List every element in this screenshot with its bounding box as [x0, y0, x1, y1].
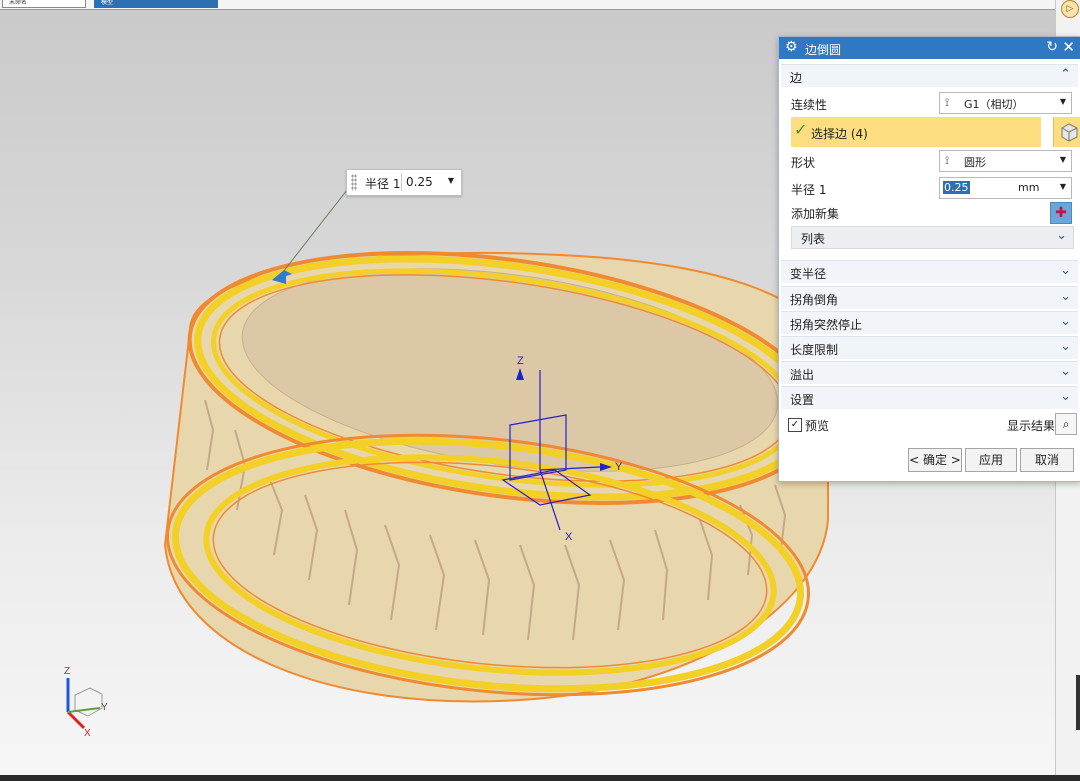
section-label: 溢出 — [790, 368, 815, 382]
radius-value: 0.25 — [943, 181, 970, 194]
chevron-down-icon[interactable]: ▼ — [1060, 182, 1066, 191]
preview-checkbox[interactable]: ✓ — [788, 418, 802, 432]
tab-model[interactable]: 模型 — [94, 0, 218, 8]
chevron-down-icon[interactable]: ⌄ — [1060, 364, 1071, 379]
y-axis-label: Y — [615, 461, 623, 473]
chevron-down-icon[interactable]: ▼ — [1060, 155, 1066, 164]
dialog-title-bar[interactable]: ⚙ 边倒圆 ↻ ✕ — [779, 37, 1080, 59]
continuity-select[interactable]: ⟟ G1（相切） ▼ — [939, 92, 1072, 114]
chevron-down-icon[interactable]: ⌄ — [1060, 389, 1071, 404]
preview-label: 预览 — [805, 419, 830, 433]
radius-callout[interactable]: 半径 1 0.25 ▼ — [346, 169, 462, 196]
tab-part[interactable]: 未命名 — [2, 0, 86, 8]
section-variable-radius[interactable]: 变半径 ⌄ — [781, 260, 1078, 283]
apply-button[interactable]: 应用 — [965, 448, 1017, 472]
chevron-down-icon[interactable]: ⌄ — [1060, 314, 1071, 329]
shape-value: 圆形 — [964, 156, 986, 169]
gear-icon[interactable]: ⚙ — [785, 39, 798, 55]
ok-button[interactable]: < 确定 > — [908, 448, 962, 472]
add-new-set-label: 添加新集 — [791, 207, 840, 221]
section-edge-label: 边 — [790, 71, 803, 85]
callout-radius-input[interactable]: 0.25 ▼ — [401, 173, 458, 191]
chevron-down-icon[interactable]: ⌄ — [1060, 263, 1071, 278]
chevron-down-icon[interactable]: ▼ — [448, 176, 454, 185]
cancel-button[interactable]: 取消 — [1020, 448, 1074, 472]
chevron-down-icon[interactable]: ⌄ — [1060, 289, 1071, 304]
z-axis-label: Z — [517, 355, 524, 367]
view-z-label: Z — [64, 666, 70, 677]
play-icon[interactable]: ▷ — [1061, 0, 1079, 18]
callout-radius-value: 0.25 — [406, 175, 433, 189]
section-label: 设置 — [790, 393, 815, 407]
radius-field[interactable]: 0.25 mm ▼ — [939, 177, 1072, 199]
add-new-set-button[interactable]: ✚ — [1050, 202, 1072, 224]
section-settings[interactable]: 设置 ⌄ — [781, 386, 1078, 409]
add-icon: ✚ — [1055, 205, 1067, 221]
shape-icon: ⟟ — [945, 154, 950, 167]
radius-label: 半径 1 — [791, 183, 827, 197]
select-edge-button[interactable] — [1053, 117, 1080, 147]
view-triad — [66, 678, 103, 730]
taskbar-strip — [0, 775, 1080, 781]
section-corner-setback[interactable]: 拐角倒角 ⌄ — [781, 286, 1078, 309]
section-length-limit[interactable]: 长度限制 ⌄ — [781, 336, 1078, 359]
resource-bar-handle[interactable] — [1076, 675, 1080, 730]
section-label: 变半径 — [790, 267, 827, 281]
close-icon[interactable]: ✕ — [1062, 38, 1075, 56]
shape-label: 形状 — [791, 156, 816, 170]
section-label: 拐角突然停止 — [790, 318, 863, 332]
chevron-down-icon[interactable]: ⌄ — [1056, 228, 1067, 243]
view-y-label: Y — [101, 702, 108, 713]
shape-select[interactable]: ⟟ 圆形 ▼ — [939, 150, 1072, 172]
section-label: 长度限制 — [790, 343, 839, 357]
chevron-down-icon[interactable]: ▼ — [1060, 97, 1066, 106]
section-edge[interactable]: 边 ⌃ — [781, 64, 1078, 87]
window-tab-bar: 未命名 模型 — [0, 0, 1080, 10]
drag-handle-icon[interactable] — [351, 174, 357, 191]
magnifier-icon: ⌕ — [1062, 417, 1070, 431]
select-edge-label: 选择边 (4) — [811, 127, 868, 141]
select-edge-row[interactable]: ✓ 选择边 (4) — [791, 117, 1080, 147]
view-x-label: X — [84, 728, 91, 739]
chevron-up-icon[interactable]: ⌃ — [1060, 67, 1071, 82]
list-section[interactable]: 列表 ⌄ — [791, 226, 1074, 249]
cube-icon — [1061, 123, 1078, 142]
section-label: 拐角倒角 — [790, 293, 839, 307]
continuity-icon: ⟟ — [945, 96, 950, 109]
show-result-button[interactable]: ⌕ — [1055, 413, 1077, 435]
continuity-label: 连续性 — [791, 98, 828, 112]
checkmark-icon: ✓ — [794, 120, 808, 139]
edge-blend-dialog: ⚙ 边倒圆 ↻ ✕ 边 ⌃ 连续性 ⟟ G1（相切） ▼ ✓ 选择边 (4) 形… — [778, 36, 1080, 482]
dialog-title: 边倒圆 — [805, 43, 842, 57]
section-overflow[interactable]: 溢出 ⌄ — [781, 361, 1078, 384]
chevron-down-icon[interactable]: ⌄ — [1060, 339, 1071, 354]
show-result-label: 显示结果 — [1007, 419, 1056, 433]
reset-icon[interactable]: ↻ — [1046, 39, 1058, 55]
radius-unit: mm — [1018, 181, 1040, 194]
section-stop-short[interactable]: 拐角突然停止 ⌄ — [781, 311, 1078, 334]
callout-radius-label: 半径 1 — [365, 177, 401, 191]
list-label: 列表 — [801, 232, 826, 246]
continuity-value: G1（相切） — [964, 98, 1024, 111]
x-axis-label: X — [565, 531, 573, 543]
